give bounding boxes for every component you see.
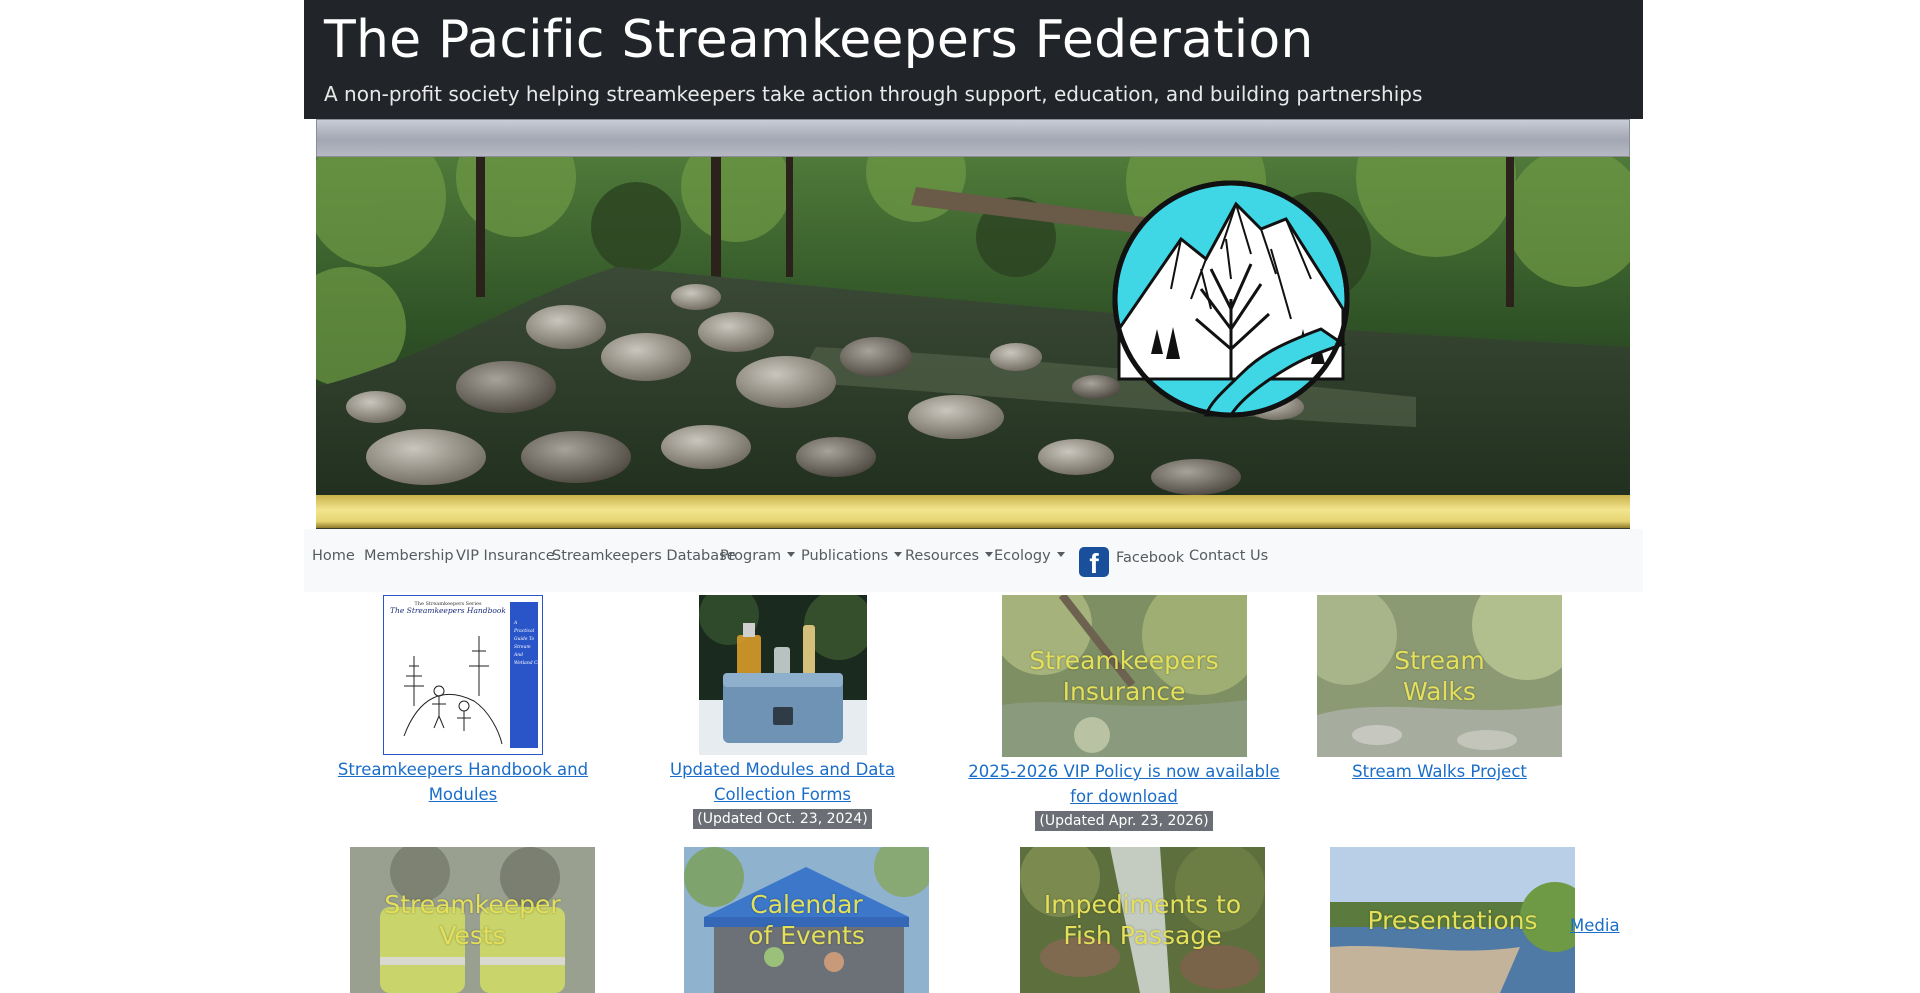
nav-vip-insurance[interactable]: VIP Insurance xyxy=(456,529,555,592)
banner-stream-image xyxy=(316,157,1630,495)
tile-impediments: Impediments to Fish Passage xyxy=(1020,847,1265,993)
nav-facebook[interactable]: Facebook xyxy=(1116,531,1184,594)
nav-resources-dropdown[interactable]: Resources xyxy=(905,529,994,592)
water-test-kit-image[interactable] xyxy=(698,595,867,755)
nav-ecology-dropdown[interactable]: Ecology xyxy=(994,529,1065,592)
calendar-of-events-label: Calendar of Events xyxy=(748,890,865,950)
fish-passage-image[interactable]: Impediments to Fish Passage xyxy=(1020,847,1265,993)
updated-modules-date-badge: (Updated Oct. 23, 2024) xyxy=(693,809,872,829)
handbook-subtitle-line-6: Wetland Care xyxy=(514,660,542,666)
banner-photo xyxy=(316,157,1630,495)
caret-down-icon xyxy=(985,551,994,557)
banner-bottom-bar xyxy=(316,495,1630,530)
handbook-subtitle-line-4: Stream xyxy=(514,644,531,650)
presentations-label: Presentations xyxy=(1367,905,1538,935)
vip-policy-link[interactable]: 2025-2026 VIP Policy is now available fo… xyxy=(964,759,1284,809)
nav-publications-dropdown[interactable]: Publications xyxy=(801,529,903,592)
streamkeeper-vests-label: Streamkeeper Vests xyxy=(384,890,561,950)
presentations-image[interactable]: Presentations xyxy=(1330,847,1575,993)
nav-contact-us[interactable]: Contact Us xyxy=(1189,529,1268,592)
tile-stream-walks: Stream Walks Stream Walks Project xyxy=(1311,595,1568,784)
handbook-subtitle-line-3: Guide To xyxy=(514,636,535,642)
media-link[interactable]: Media xyxy=(1570,916,1620,935)
stream-walks-image[interactable]: Stream Walks xyxy=(1317,595,1562,757)
banner-top-bar xyxy=(316,119,1630,157)
tile-vip-policy: Streamkeepers Insurance 2025-2026 VIP Po… xyxy=(964,595,1284,831)
main-navbar: Home Membership VIP Insurance Streamkeep… xyxy=(304,529,1643,592)
handbook-cover-image[interactable]: The Streamkeepers Series The Streamkeepe… xyxy=(383,595,543,755)
handbook-subtitle-line-5: And xyxy=(513,652,523,658)
tile-calendar: Calendar of Events xyxy=(684,847,929,993)
nav-program-dropdown[interactable]: Program xyxy=(720,529,796,592)
caret-down-icon xyxy=(787,551,796,557)
nav-publications-label: Publications xyxy=(801,548,889,564)
stream-walks-link[interactable]: Stream Walks Project xyxy=(1311,759,1568,784)
stream-walks-label: Stream Walks xyxy=(1394,646,1485,706)
streamkeeper-vests-image[interactable]: Streamkeeper Vests xyxy=(350,847,595,993)
vip-policy-date-badge: (Updated Apr. 23, 2026) xyxy=(1035,811,1213,831)
nav-ecology-label: Ecology xyxy=(994,548,1051,564)
handbook-modules-link[interactable]: Streamkeepers Handbook and Modules xyxy=(316,757,610,807)
nav-membership[interactable]: Membership xyxy=(364,529,454,592)
fish-passage-label: Impediments to Fish Passage xyxy=(1043,890,1242,950)
streamkeepers-insurance-image[interactable]: Streamkeepers Insurance xyxy=(1001,595,1247,757)
caret-down-icon xyxy=(894,551,903,557)
tile-updated-modules: Updated Modules and Data Collection Form… xyxy=(634,595,931,829)
nav-program-label: Program xyxy=(720,548,782,564)
banner xyxy=(316,119,1630,530)
streamkeepers-insurance-label: Streamkeepers Insurance xyxy=(1029,646,1219,706)
caret-down-icon xyxy=(1056,551,1065,557)
nav-home[interactable]: Home xyxy=(312,529,355,592)
tile-handbook: The Streamkeepers Series The Streamkeepe… xyxy=(316,595,610,807)
updated-modules-link[interactable]: Updated Modules and Data Collection Form… xyxy=(634,757,931,807)
site-tagline: A non-profit society helping streamkeepe… xyxy=(324,82,1423,106)
tile-presentations: Presentations xyxy=(1330,847,1575,993)
page: The Pacific Streamkeepers Federation A n… xyxy=(304,0,1643,993)
calendar-of-events-image[interactable]: Calendar of Events xyxy=(684,847,929,993)
facebook-icon[interactable]: f xyxy=(1079,547,1109,577)
site-header: The Pacific Streamkeepers Federation A n… xyxy=(304,0,1643,119)
handbook-cover-title: The Streamkeepers Handbook xyxy=(390,606,506,615)
nav-resources-label: Resources xyxy=(905,548,980,564)
federation-logo xyxy=(1112,180,1350,418)
site-title: The Pacific Streamkeepers Federation xyxy=(324,10,1314,70)
handbook-subtitle-line-2: Practical xyxy=(513,628,535,634)
nav-streamkeepers-database[interactable]: Streamkeepers Database xyxy=(552,529,736,592)
tile-vests: Streamkeeper Vests xyxy=(350,847,595,993)
